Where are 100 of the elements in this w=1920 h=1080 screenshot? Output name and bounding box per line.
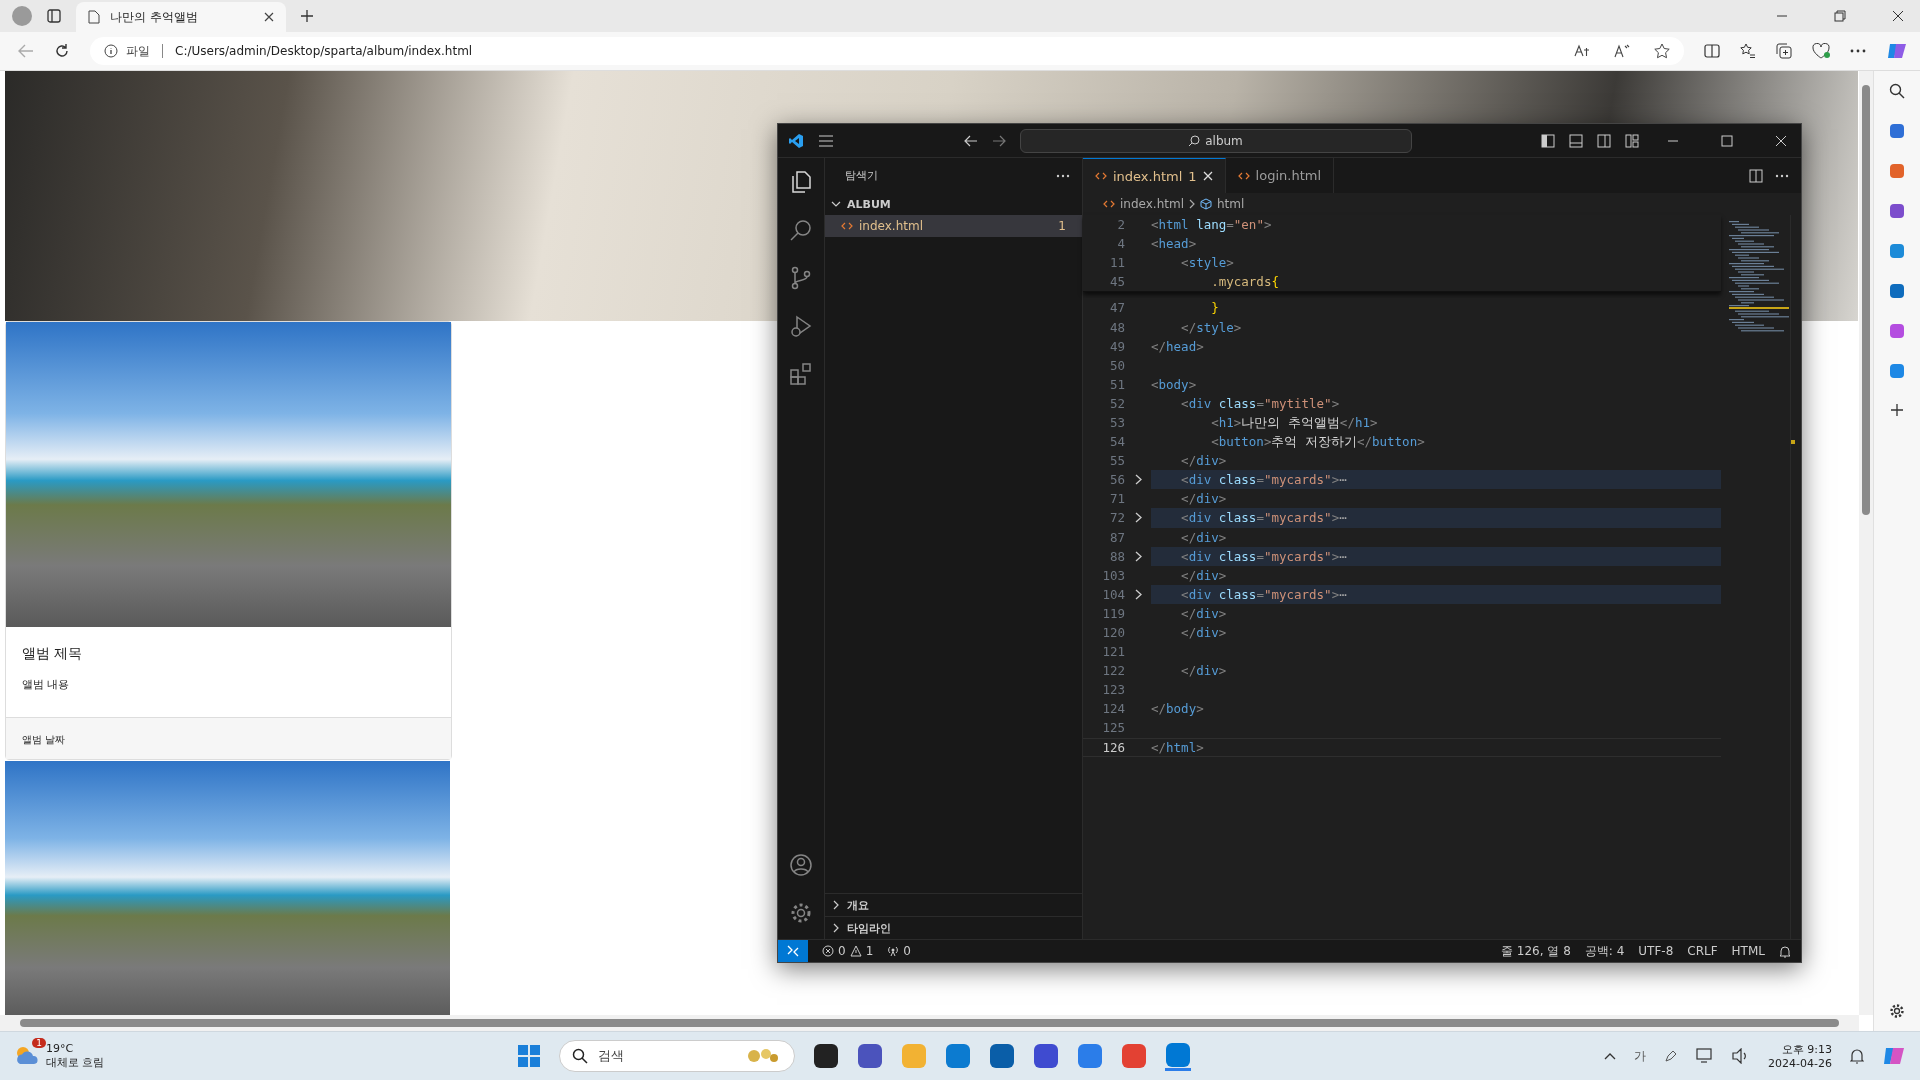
- refresh-icon[interactable]: [54, 43, 70, 59]
- breadcrumb-item[interactable]: index.html: [1120, 197, 1184, 211]
- back-arrow-icon[interactable]: [963, 134, 978, 147]
- vertical-scrollbar[interactable]: [1859, 71, 1873, 1015]
- clock[interactable]: 오후 9:13 2024-04-26: [1768, 1042, 1832, 1070]
- folder-header[interactable]: ALBUM: [825, 193, 1082, 215]
- encoding-status[interactable]: UTF-8: [1638, 944, 1674, 958]
- indentation-status[interactable]: 공백: 4: [1584, 942, 1625, 960]
- input-method-indicator[interactable]: 가: [1634, 1047, 1647, 1065]
- page-icon: [88, 10, 100, 24]
- line-number: 54: [1108, 434, 1125, 450]
- search-icon[interactable]: [1889, 83, 1905, 99]
- browser-tab[interactable]: 나만의 추억앨범: [76, 2, 286, 32]
- problems-status[interactable]: 0 1: [822, 944, 874, 958]
- pen-icon[interactable]: [1664, 1049, 1679, 1063]
- toggle-secondary-sidebar-icon[interactable]: [1597, 133, 1611, 148]
- new-tab-icon[interactable]: [300, 9, 314, 23]
- chevron-right-icon[interactable]: [1134, 474, 1142, 486]
- sidebar-app-icon[interactable]: [1889, 363, 1905, 379]
- line-number: 45: [1108, 274, 1125, 290]
- forward-arrow-icon[interactable]: [991, 134, 1006, 147]
- close-icon[interactable]: [264, 12, 274, 22]
- sidebar-app-icon[interactable]: [1889, 283, 1905, 299]
- files-icon[interactable]: [789, 170, 813, 194]
- line-number: 2: [1116, 217, 1125, 233]
- code-line: <div class="mytitle">: [1180, 394, 1340, 413]
- sidebar-app-icon[interactable]: [1889, 163, 1905, 179]
- tab-actions-icon[interactable]: [46, 8, 62, 24]
- sidebar-app-icon[interactable]: [1889, 123, 1905, 139]
- favorites-icon[interactable]: [1740, 43, 1756, 59]
- editor-tab[interactable]: index.html 1: [1083, 158, 1226, 193]
- network-icon[interactable]: [1696, 1048, 1715, 1064]
- chevron-right-icon: [1189, 199, 1195, 209]
- search-icon[interactable]: [789, 218, 813, 242]
- line-number: 50: [1108, 357, 1125, 373]
- chevron-up-icon[interactable]: [1604, 1052, 1617, 1060]
- line-number: 55: [1108, 453, 1125, 469]
- ports-status[interactable]: 0: [887, 944, 911, 958]
- sidebar-app-icon[interactable]: [1889, 203, 1905, 219]
- address-bar[interactable]: 파일 C:/Users/admin/Desktop/sparta/album/index.html: [90, 37, 1684, 65]
- run-debug-icon[interactable]: [789, 314, 813, 338]
- sidebar-app-icon[interactable]: [1889, 323, 1905, 339]
- star-icon[interactable]: [1654, 43, 1670, 59]
- bell-icon[interactable]: [1850, 1048, 1864, 1064]
- split-editor-icon[interactable]: [1749, 168, 1763, 183]
- layout-icon[interactable]: [1625, 133, 1639, 148]
- more-icon[interactable]: [1850, 49, 1866, 53]
- account-icon[interactable]: [789, 853, 813, 877]
- more-icon[interactable]: [1056, 173, 1070, 178]
- heart-pulse-icon[interactable]: [1812, 43, 1830, 59]
- sidebar-app-icon[interactable]: [1889, 243, 1905, 259]
- breadcrumb-item[interactable]: html: [1217, 197, 1245, 211]
- command-search-field[interactable]: album: [1019, 128, 1412, 153]
- temperature-text: 19°C: [46, 1042, 75, 1055]
- bell-icon[interactable]: [1779, 944, 1791, 958]
- taskbar-app-icon[interactable]: [813, 1043, 840, 1069]
- horizontal-scrollbar[interactable]: [0, 1015, 1859, 1031]
- chevron-right-icon[interactable]: [1134, 512, 1142, 524]
- split-screen-icon[interactable]: [1704, 44, 1720, 58]
- line-number: 48: [1108, 319, 1125, 335]
- code-line: <head>: [1151, 235, 1197, 254]
- line-ending-status[interactable]: CRLF: [1687, 944, 1718, 958]
- close-icon[interactable]: [1892, 10, 1904, 22]
- settings-icon[interactable]: [1889, 1003, 1905, 1019]
- translate-icon[interactable]: [1574, 44, 1590, 58]
- extensions-icon[interactable]: [789, 362, 813, 386]
- read-aloud-icon[interactable]: [1614, 44, 1630, 58]
- add-icon[interactable]: [1890, 403, 1904, 417]
- notification-badge: 1: [32, 1037, 46, 1048]
- info-icon: [104, 44, 118, 58]
- line-number: 49: [1108, 338, 1125, 354]
- start-icon[interactable]: [517, 1044, 542, 1068]
- restore-icon[interactable]: [1834, 10, 1846, 22]
- taskbar-app-icon[interactable]: [1033, 1043, 1060, 1069]
- chevron-right-icon[interactable]: [1134, 588, 1142, 600]
- line-number: 103: [1101, 567, 1125, 583]
- url-text: C:/Users/admin/Desktop/sparta/album/index.html: [175, 44, 473, 58]
- weather-text: 대체로 흐림: [46, 1055, 105, 1070]
- line-number: 123: [1101, 682, 1125, 698]
- line-number: 53: [1108, 415, 1125, 430]
- file-item[interactable]: index.html 1: [825, 215, 1082, 237]
- line-number: 120: [1101, 625, 1125, 640]
- line-number: 71: [1108, 491, 1125, 507]
- taskbar-search-field[interactable]: 검색: [559, 1040, 796, 1072]
- toggle-sidebar-icon[interactable]: [1541, 133, 1555, 148]
- language-status[interactable]: HTML: [1731, 944, 1765, 958]
- collapsed-panel-header[interactable]: 개요: [825, 893, 1082, 916]
- toggle-panel-icon[interactable]: [1569, 133, 1583, 148]
- code-line: </div>: [1180, 528, 1227, 547]
- chevron-right-icon[interactable]: [1134, 550, 1142, 562]
- more-icon[interactable]: [1775, 173, 1789, 178]
- settings-icon[interactable]: [789, 901, 813, 925]
- editor-tab[interactable]: login.html: [1225, 158, 1334, 193]
- maximize-icon[interactable]: [1721, 134, 1733, 147]
- remote-icon[interactable]: [778, 940, 808, 962]
- cursor-position[interactable]: 줄 126, 열 8: [1501, 942, 1571, 960]
- menu-icon[interactable]: [818, 134, 834, 147]
- warning-icon: [849, 945, 862, 957]
- source-control-icon[interactable]: [789, 266, 813, 290]
- collections-icon[interactable]: [1776, 43, 1792, 59]
